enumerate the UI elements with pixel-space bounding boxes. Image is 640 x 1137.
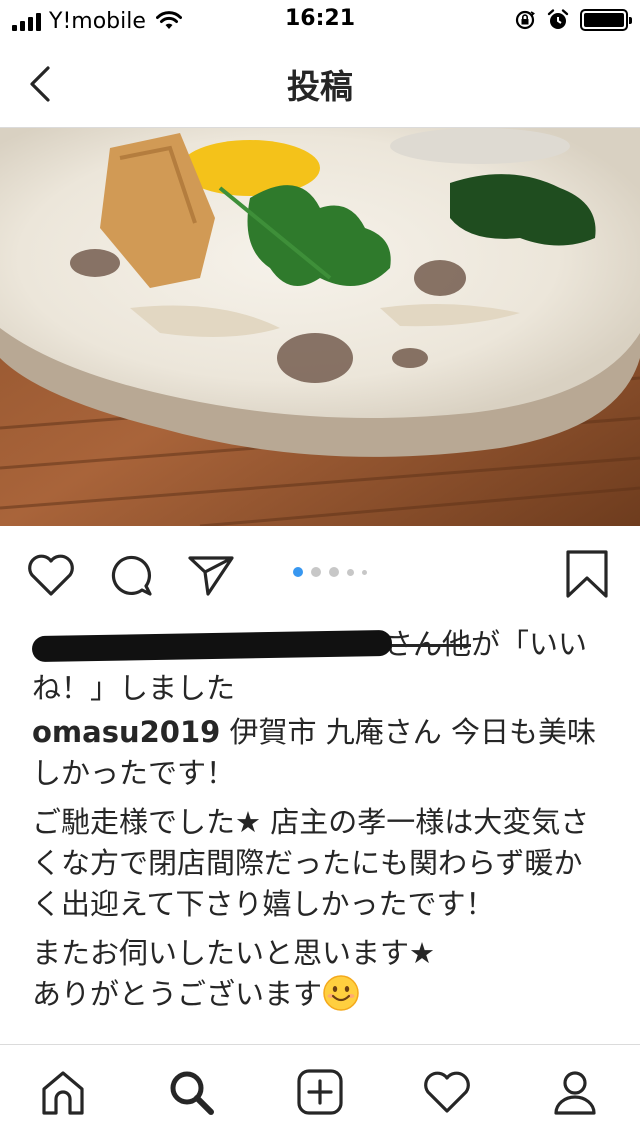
page-title: 投稿 [287,67,353,106]
likes-suffix: さん他 [384,627,472,661]
likes-summary[interactable]: さん他が「いい ね！」しました [31,622,592,710]
orientation-lock-icon [515,10,535,30]
carousel-dot [329,567,339,577]
profile-icon[interactable] [548,1065,602,1119]
smiling-face-emoji [323,975,359,1011]
post-caption: omasu2019 伊賀市 九庵さん 今日も美味しかったです！ ご馳走様でした★… [32,712,608,1023]
carousel-dot [293,567,303,577]
activity-heart-icon[interactable] [420,1065,474,1119]
tab-bar [0,1044,640,1137]
search-icon[interactable] [164,1065,218,1119]
carousel-dot [362,569,367,575]
caption-paragraph: ご馳走様でした★ 店主の孝一様は大変気さくな方で閉店間際だったにも関わらず暖かく… [32,805,590,921]
home-icon[interactable] [36,1065,90,1119]
status-bar: Y!mobile 16:21 [0,0,640,40]
redacted-name [31,629,393,663]
bookmark-icon[interactable] [560,548,614,602]
carousel-indicator [293,567,367,577]
battery-icon [580,9,632,31]
likes-text-line1: が「いい [471,627,588,661]
add-post-icon[interactable] [293,1065,347,1119]
nav-bar: 投稿 [0,40,640,128]
caption-username[interactable]: omasu2019 [32,715,220,749]
comment-icon[interactable] [104,548,158,602]
caption-paragraph: omasu2019 伊賀市 九庵さん 今日も美味しかったです！ [32,712,608,794]
carousel-dot [347,568,354,576]
caption-paragraph: またお伺いしたいと思います★ ありがとうございます [32,933,608,1015]
caption-line4: ありがとうございます [32,977,323,1011]
share-icon[interactable] [184,548,238,602]
likes-text-line2: ね！」しました [32,671,236,705]
alarm-icon [547,9,569,29]
heart-icon[interactable] [24,548,78,602]
carousel-dot [311,567,321,577]
post-photo[interactable] [0,128,640,526]
caption-line3: またお伺いしたいと思います★ [32,936,435,970]
